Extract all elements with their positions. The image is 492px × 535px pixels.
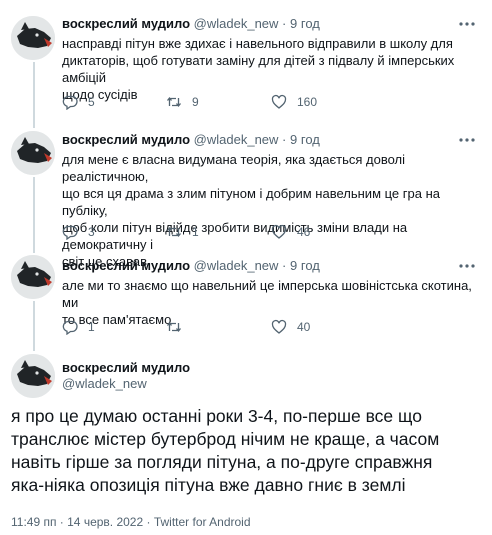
reply-button[interactable]: 1: [62, 319, 95, 335]
avatar[interactable]: [11, 354, 55, 398]
heart-icon: [271, 94, 297, 110]
tweet-actions: 1 40: [62, 319, 322, 335]
tweet-metadata[interactable]: 11:49 пп · 14 черв. 2022 · Twitter for A…: [11, 515, 251, 529]
avatar[interactable]: [11, 131, 55, 175]
tweet-3[interactable]: воскреслий мудило @wladek_new · 9 год ал…: [0, 250, 492, 345]
separator-dot: ·: [282, 258, 287, 273]
separator-dot: ·: [282, 16, 287, 31]
more-options-icon[interactable]: [458, 132, 476, 148]
author-name[interactable]: воскреслий мудило: [62, 16, 190, 31]
retweet-count: 9: [192, 95, 199, 109]
tweet-actions: 3 1 46: [62, 224, 322, 240]
like-count: 40: [297, 320, 311, 334]
author-handle[interactable]: @wladek_new: [194, 132, 279, 147]
reply-button[interactable]: 3: [62, 224, 95, 240]
like-button[interactable]: 160: [271, 94, 317, 110]
tweet-header: воскреслий мудило @wladek_new · 9 год: [62, 16, 320, 32]
heart-icon: [271, 319, 297, 335]
more-options-icon[interactable]: [458, 16, 476, 32]
author-name[interactable]: воскреслий мудило: [62, 132, 190, 147]
heart-icon: [271, 224, 297, 240]
tweet-header: воскреслий мудило @wladek_new · 9 год: [62, 132, 320, 148]
reply-count: 3: [88, 225, 95, 239]
author-handle[interactable]: @wladek_new: [62, 376, 147, 392]
tweet-header: воскреслий мудило @wladek_new · 9 год: [62, 258, 320, 274]
retweet-button[interactable]: 9: [166, 94, 199, 110]
reply-icon: [62, 94, 88, 110]
timestamp[interactable]: 9 год: [290, 16, 320, 31]
author-name[interactable]: воскреслий мудило: [62, 360, 190, 376]
reply-count: 1: [88, 320, 95, 334]
retweet-icon: [166, 319, 192, 335]
tweet-text: насправді пітун вже здихає і навельного …: [62, 36, 455, 102]
tweet-actions: 5 9 160: [62, 94, 322, 110]
avatar[interactable]: [11, 255, 55, 299]
separator-dot: ·: [282, 132, 287, 147]
author-handle[interactable]: @wladek_new: [194, 258, 279, 273]
reply-button[interactable]: 5: [62, 94, 95, 110]
retweet-count: 1: [192, 225, 199, 239]
reply-icon: [62, 224, 88, 240]
like-button[interactable]: 46: [271, 224, 310, 240]
like-button[interactable]: 40: [271, 319, 310, 335]
retweet-button[interactable]: [166, 319, 192, 335]
retweet-icon: [166, 224, 192, 240]
more-options-icon[interactable]: [458, 258, 476, 274]
author-name[interactable]: воскреслий мудило: [62, 258, 190, 273]
avatar[interactable]: [11, 16, 55, 60]
timestamp[interactable]: 9 год: [290, 132, 320, 147]
reply-icon: [62, 319, 88, 335]
tweet-1[interactable]: воскреслий мудило @wladek_new · 9 год на…: [0, 0, 492, 125]
author-handle[interactable]: @wladek_new: [194, 16, 279, 31]
like-count: 46: [297, 225, 311, 239]
retweet-button[interactable]: 1: [166, 224, 199, 240]
reply-count: 5: [88, 95, 95, 109]
retweet-icon: [166, 94, 192, 110]
tweet-2[interactable]: воскреслий мудило @wladek_new · 9 год дл…: [0, 125, 492, 269]
main-tweet-text: я про це думаю останні роки 3-4, по-перш…: [11, 406, 440, 495]
timestamp[interactable]: 9 год: [290, 258, 320, 273]
like-count: 160: [297, 95, 318, 109]
